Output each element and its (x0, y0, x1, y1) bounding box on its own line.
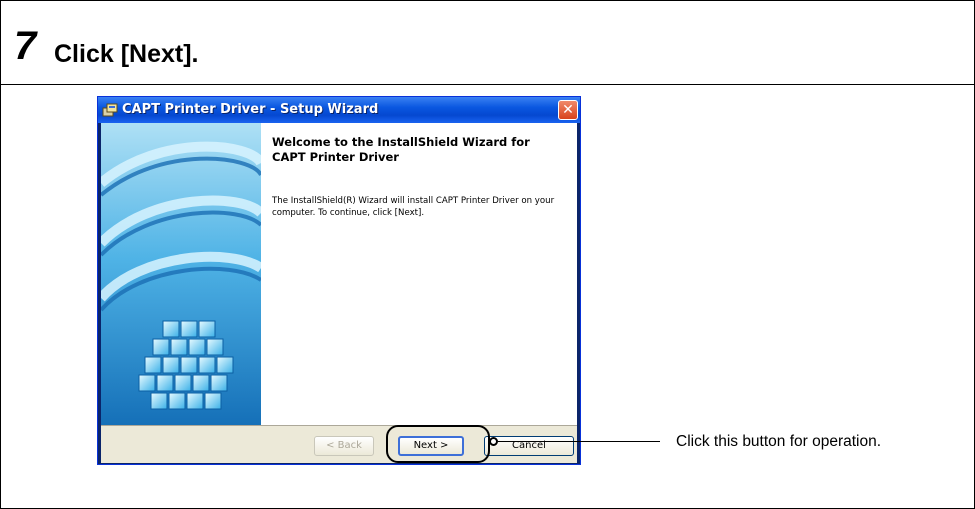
close-button[interactable]: ✕ (558, 100, 578, 120)
welcome-body-text: The InstallShield(R) Wizard will install… (272, 196, 555, 218)
step-number: 7 (14, 24, 37, 68)
back-button[interactable]: < Back (314, 436, 374, 456)
dialog-client-area: Welcome to the InstallShield Wizard for … (101, 123, 577, 463)
callout-text: Click this button for operation. (676, 433, 882, 450)
step-header: 7 Click [Next]. (0, 0, 975, 100)
welcome-heading: Welcome to the InstallShield Wizard for … (272, 135, 530, 164)
dialog-titlebar[interactable]: CAPT Printer Driver - Setup Wizard ✕ (98, 97, 580, 123)
dialog-title: CAPT Printer Driver - Setup Wizard (122, 102, 379, 117)
callout-pointer-dot (489, 437, 498, 446)
callout-leader-line (498, 441, 660, 442)
wizard-button-bar: < Back Next > Cancel (101, 425, 577, 463)
installer-icon (102, 103, 118, 117)
header-rule (0, 84, 975, 85)
wizard-side-graphic (101, 123, 261, 425)
wizard-content: Welcome to the InstallShield Wizard for … (261, 123, 577, 425)
setup-wizard-dialog: CAPT Printer Driver - Setup Wizard ✕ Wel… (97, 96, 581, 465)
close-icon: ✕ (562, 102, 574, 118)
step-title: Click [Next]. (54, 40, 199, 68)
next-button-highlight (386, 425, 490, 463)
